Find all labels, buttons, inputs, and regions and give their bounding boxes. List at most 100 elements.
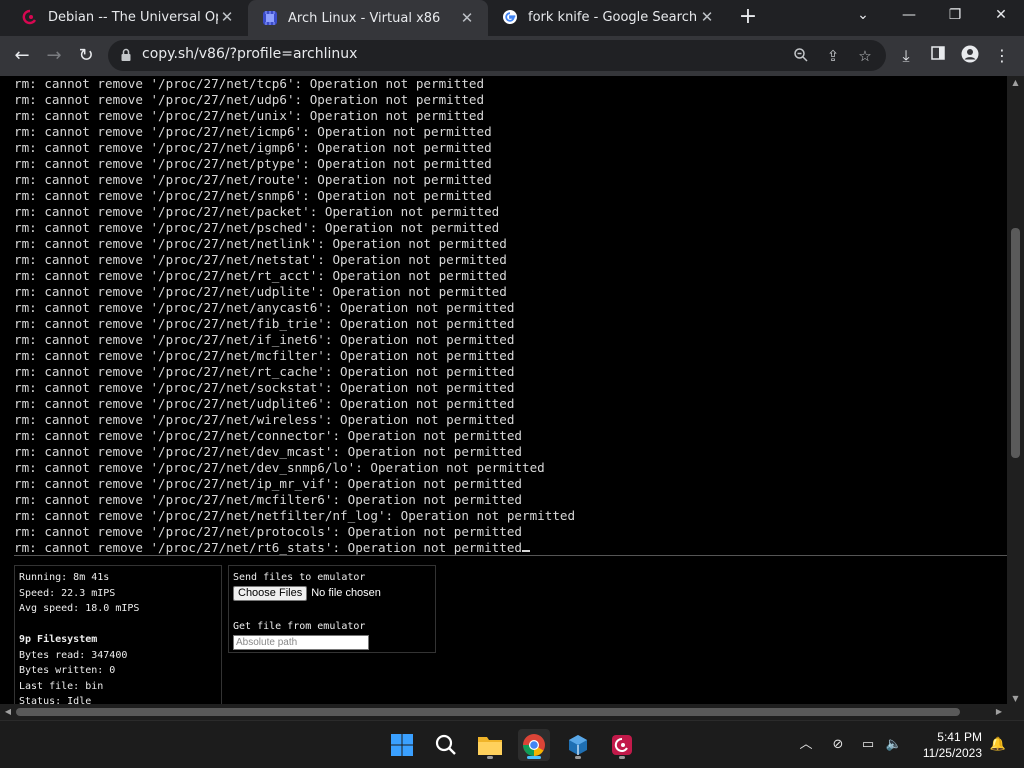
terminal-line: rm: cannot remove '/proc/27/net/packet':… xyxy=(14,204,500,219)
terminal-line: rm: cannot remove '/proc/27/net/sockstat… xyxy=(14,380,515,395)
clock-time: 5:41 PM xyxy=(937,730,982,744)
chrome-icon[interactable] xyxy=(518,729,550,761)
windows-taskbar: ︿ ⊘ ▭ 🔈 5:41 PM 11/25/2023 🔔 xyxy=(0,720,1024,768)
scrollbar-corner xyxy=(1007,704,1024,720)
page-content: rm: cannot remove '/proc/27/net/tcp6': O… xyxy=(0,76,1024,720)
terminal-line: rm: cannot remove '/proc/27/net/if_inet6… xyxy=(14,332,515,347)
reload-icon[interactable]: ↻ xyxy=(74,44,98,68)
no-file-chosen-text: No file chosen xyxy=(311,586,381,599)
stat-bytes-written: Bytes written: 0 xyxy=(19,665,116,676)
terminal-line: rm: cannot remove '/proc/27/net/netlink'… xyxy=(14,236,507,251)
download-icon[interactable]: ⤓ xyxy=(895,45,917,67)
terminal-line: rm: cannot remove '/proc/27/net/route': … xyxy=(14,172,492,187)
tab-search-chevron-icon[interactable]: ⌄ xyxy=(843,0,883,32)
active-indicator xyxy=(527,756,541,759)
path-row xyxy=(233,634,431,653)
terminal-line: rm: cannot remove '/proc/27/net/rt_acct'… xyxy=(14,268,507,283)
terminal-line: rm: cannot remove '/proc/27/net/udp6': O… xyxy=(14,92,485,107)
stat-running: Running: 8m 41s xyxy=(19,572,110,583)
close-tab-icon[interactable]: ✕ xyxy=(698,8,716,26)
close-window-icon[interactable]: ✕ xyxy=(981,0,1021,32)
tab-title: Debian -- The Universal Operatin xyxy=(48,9,218,25)
restore-icon[interactable]: ❐ xyxy=(935,0,975,32)
terminal-bottom-border xyxy=(14,555,1007,556)
vertical-scroll-thumb[interactable] xyxy=(1011,228,1020,458)
volume-icon[interactable]: 🔈 xyxy=(884,735,904,755)
network-disabled-icon[interactable]: ⊘ xyxy=(828,735,848,755)
google-g-icon xyxy=(502,9,518,25)
terminal-line: rm: cannot remove '/proc/27/net/rt_cache… xyxy=(14,364,515,379)
search-icon[interactable] xyxy=(430,729,462,761)
stat-speed: Speed: 22.3 mIPS xyxy=(19,587,116,599)
terminal-line: rm: cannot remove '/proc/27/net/udplite'… xyxy=(14,284,507,299)
terminal-line: rm: cannot remove '/proc/27/net/mcfilter… xyxy=(14,492,522,507)
tab-title: fork knife - Google Search xyxy=(528,9,698,25)
terminal-line: rm: cannot remove '/proc/27/net/tcp6': O… xyxy=(14,76,485,91)
running-indicator xyxy=(619,756,625,759)
absolute-path-input[interactable] xyxy=(233,634,369,650)
address-bar[interactable]: copy.sh/v86/?profile=archlinux ⇪ ☆ xyxy=(108,40,886,71)
tab-arch-linux[interactable]: Arch Linux - Virtual x86 ✕ xyxy=(248,0,488,36)
choose-files-button[interactable]: Choose Files xyxy=(233,585,308,601)
vertical-scrollbar[interactable]: ▲ ▼ xyxy=(1007,76,1024,706)
get-file-label: Get file from emulator xyxy=(233,621,366,632)
terminal-line: rm: cannot remove '/proc/27/net/netfilte… xyxy=(14,508,576,523)
minimize-icon[interactable]: — xyxy=(889,0,929,32)
tab-title: Arch Linux - Virtual x86 xyxy=(288,10,441,26)
debian-swirl-icon xyxy=(22,9,38,25)
scroll-up-arrow-icon[interactable]: ▲ xyxy=(1007,76,1024,90)
notifications-bell-icon[interactable]: 🔔 xyxy=(988,735,1008,755)
terminal-line: rm: cannot remove '/proc/27/net/mcfilter… xyxy=(14,348,515,363)
terminal-line: rm: cannot remove '/proc/27/net/snmp6': … xyxy=(14,188,492,203)
terminal-line: rm: cannot remove '/proc/27/net/dev_mcas… xyxy=(14,444,522,459)
filesystem-heading: 9p Filesystem xyxy=(19,634,98,645)
close-tab-icon[interactable]: ✕ xyxy=(458,9,476,27)
lock-icon[interactable] xyxy=(118,47,134,63)
show-hidden-icons-chevron-icon[interactable]: ︿ xyxy=(796,735,816,755)
horizontal-scrollbar[interactable]: ◀ ▶ xyxy=(0,704,1007,720)
bookmark-star-icon[interactable]: ☆ xyxy=(856,47,874,65)
running-indicator xyxy=(487,756,493,759)
tab-debian[interactable]: Debian -- The Universal Operatin ✕ xyxy=(8,0,248,34)
debian-app-icon[interactable] xyxy=(606,729,638,761)
share-icon[interactable]: ⇪ xyxy=(824,47,842,65)
terminal-line: rm: cannot remove '/proc/27/net/igmp6': … xyxy=(14,140,492,155)
v86-icon xyxy=(262,10,278,26)
taskbar-clock[interactable]: 5:41 PM 11/25/2023 xyxy=(906,729,982,761)
terminal-cursor xyxy=(522,550,530,552)
horizontal-scroll-thumb[interactable] xyxy=(16,708,960,716)
forward-arrow-icon[interactable]: → xyxy=(42,44,66,68)
zoom-icon[interactable] xyxy=(792,47,810,65)
terminal-line: rm: cannot remove '/proc/27/net/rt6_stat… xyxy=(14,540,1007,556)
back-arrow-icon[interactable]: ← xyxy=(10,44,34,68)
virtualbox-cube-icon[interactable] xyxy=(562,729,594,761)
side-panel-icon[interactable] xyxy=(927,45,949,67)
terminal-line: rm: cannot remove '/proc/27/net/ptype': … xyxy=(14,156,492,171)
kebab-menu-icon[interactable]: ⋮ xyxy=(991,45,1013,67)
send-files-label: Send files to emulator xyxy=(233,572,366,583)
terminal-line: rm: cannot remove '/proc/27/net/protocol… xyxy=(14,524,522,539)
terminal-line: rm: cannot remove '/proc/27/net/wireless… xyxy=(14,412,515,427)
start-windows-icon[interactable] xyxy=(386,729,418,761)
stat-avg-speed: Avg speed: 18.0 mIPS xyxy=(19,603,140,614)
terminal-line: rm: cannot remove '/proc/27/net/ip_mr_vi… xyxy=(14,476,522,491)
close-tab-icon[interactable]: ✕ xyxy=(218,8,236,26)
running-indicator xyxy=(575,756,581,759)
emulator-terminal[interactable]: rm: cannot remove '/proc/27/net/tcp6': O… xyxy=(14,76,1007,556)
url-text[interactable]: copy.sh/v86/?profile=archlinux xyxy=(142,46,357,62)
tab-google-search[interactable]: fork knife - Google Search ✕ xyxy=(488,0,728,34)
profile-avatar-icon[interactable] xyxy=(959,45,981,67)
terminal-line: rm: cannot remove '/proc/27/net/dev_snmp… xyxy=(14,460,545,475)
scroll-right-arrow-icon[interactable]: ▶ xyxy=(991,704,1007,720)
terminal-line: rm: cannot remove '/proc/27/net/icmp6': … xyxy=(14,124,492,139)
file-chooser: Choose Files No file chosen xyxy=(233,585,431,604)
file-explorer-folder-icon[interactable] xyxy=(474,729,506,761)
scroll-left-arrow-icon[interactable]: ◀ xyxy=(0,704,16,720)
network-icon[interactable]: ▭ xyxy=(858,735,878,755)
tab-strip: Debian -- The Universal Operatin ✕ Arch … xyxy=(0,0,1024,36)
clock-date: 11/25/2023 xyxy=(922,746,982,760)
new-tab-button[interactable]: + xyxy=(738,6,758,28)
browser-toolbar: ← → ↻ copy.sh/v86/?profile=archlinux ⇪ ☆… xyxy=(0,36,1024,76)
file-transfer-panel: Send files to emulator Choose Files No fi… xyxy=(228,565,436,653)
